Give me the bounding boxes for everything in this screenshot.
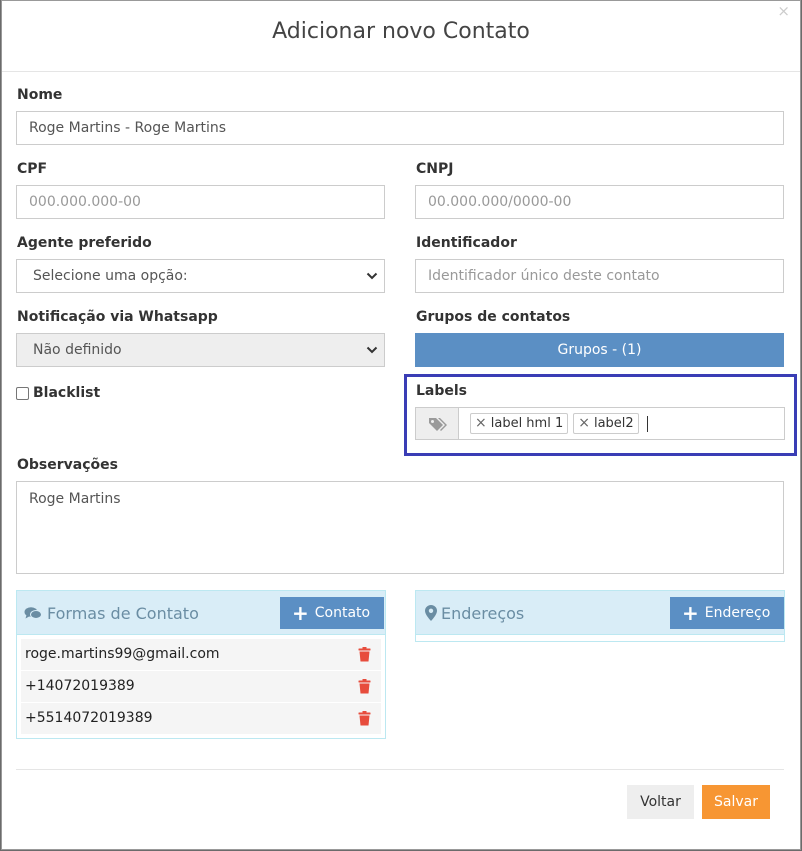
text-caret — [646, 415, 648, 432]
grupos-label: Grupos de contatos — [416, 309, 571, 325]
list-item: +14072019389 — [21, 671, 381, 702]
back-button[interactable]: Voltar — [627, 785, 694, 819]
remove-tag-icon[interactable]: × — [578, 414, 590, 433]
tags-icon — [429, 418, 447, 431]
footer-divider — [16, 769, 784, 770]
add-contato-label: Contato — [314, 605, 371, 621]
observacoes-textarea[interactable]: Roge Martins — [16, 481, 784, 574]
cnpj-input[interactable]: 00.000.000/0000-00 — [415, 185, 784, 219]
cnpj-label: CNPJ — [416, 161, 454, 177]
list-item: roge.martins99@gmail.com — [21, 639, 381, 670]
add-contato-button[interactable]: + Contato — [280, 597, 385, 629]
identificador-label: Identificador — [416, 235, 517, 251]
labels-label: Labels — [416, 383, 468, 399]
contact-value: +14072019389 — [25, 678, 135, 694]
close-icon[interactable]: × — [777, 4, 790, 19]
nome-input[interactable]: Roge Martins - Roge Martins — [16, 111, 784, 145]
notificacao-selected-value: Não definido — [33, 342, 122, 358]
label-tag: × label hml 1 — [470, 413, 569, 434]
identificador-input[interactable]: Identificador único deste contato — [415, 259, 784, 293]
observacoes-label: Observações — [17, 457, 118, 473]
chevron-down-icon — [366, 272, 378, 280]
labels-tag-input[interactable]: × label hml 1 × label2 — [458, 407, 785, 440]
label-tag-text: label hml 1 — [490, 416, 564, 431]
agente-select[interactable]: Selecione uma opção: — [16, 259, 385, 293]
trash-icon[interactable] — [358, 647, 371, 662]
agente-selected-value: Selecione uma opção: — [33, 268, 188, 284]
add-endereco-label: Endereço — [704, 605, 771, 621]
enderecos-title: Endereços — [441, 604, 525, 623]
formas-contato-title: Formas de Contato — [47, 604, 199, 623]
notificacao-label: Notificação via Whatsapp — [17, 309, 218, 325]
modal-title: Adicionar novo Contato — [272, 19, 530, 44]
nome-label: Nome — [17, 87, 63, 103]
remove-tag-icon[interactable]: × — [475, 414, 487, 433]
enderecos-panel-header: Endereços + Endereço — [415, 590, 785, 635]
map-marker-icon — [425, 605, 437, 621]
grupos-button[interactable]: Grupos - (1) — [415, 333, 784, 367]
tag-addon — [415, 407, 459, 440]
contact-value: +5514072019389 — [25, 710, 153, 726]
label-tag-text: label2 — [593, 416, 634, 431]
trash-icon[interactable] — [358, 679, 371, 694]
trash-icon[interactable] — [358, 711, 371, 726]
agente-label: Agente preferido — [17, 235, 152, 251]
enderecos-panel-body — [415, 635, 785, 642]
cpf-input[interactable]: 000.000.000-00 — [16, 185, 385, 219]
blacklist-label: Blacklist — [33, 385, 101, 401]
list-item: +5514072019389 — [21, 703, 381, 734]
comments-icon — [24, 607, 42, 619]
formas-contato-panel-header: Formas de Contato + Contato — [16, 590, 386, 635]
cpf-label: CPF — [17, 161, 48, 177]
save-button[interactable]: Salvar — [702, 785, 770, 819]
plus-icon: + — [682, 601, 699, 625]
formas-contato-panel-body: roge.martins99@gmail.com +14072019389 +5… — [16, 635, 386, 739]
modal-header: Adicionar novo Contato × — [2, 1, 800, 72]
chevron-down-icon — [366, 346, 378, 354]
label-tag: × label2 — [573, 413, 639, 434]
plus-icon: + — [292, 601, 309, 625]
add-endereco-button[interactable]: + Endereço — [670, 597, 785, 629]
notificacao-select[interactable]: Não definido — [16, 333, 385, 367]
blacklist-checkbox[interactable] — [16, 386, 29, 400]
contact-value: roge.martins99@gmail.com — [25, 646, 220, 662]
blacklist-option[interactable]: Blacklist — [16, 385, 100, 401]
